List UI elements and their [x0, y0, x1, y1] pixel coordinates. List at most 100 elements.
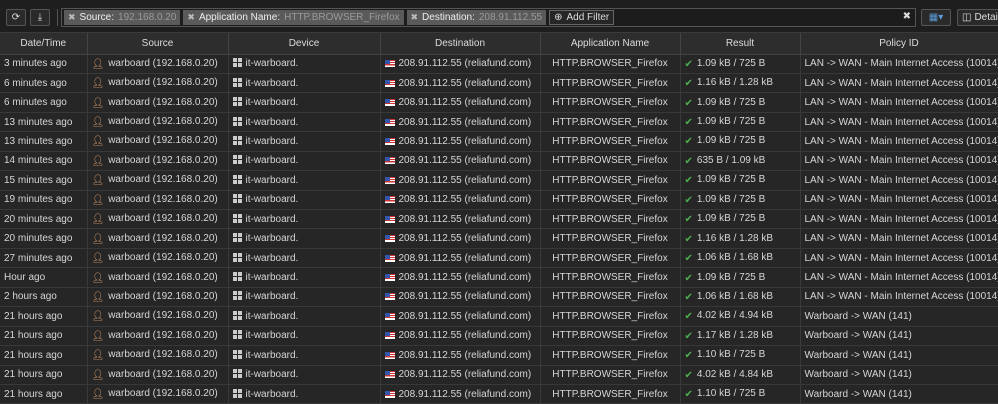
source-cell[interactable]: 👤︎ warboard (192.168.0.20)	[87, 287, 229, 308]
source-cell[interactable]: 👤︎ warboard (192.168.0.20)	[87, 170, 229, 191]
download-button[interactable]: ⤓	[30, 9, 50, 26]
destination-cell[interactable]: 208.91.112.55 (reliafund.com)	[380, 228, 541, 249]
table-row[interactable]: 21 hours ago 👤︎ warboard (192.168.0.20) i…	[0, 345, 998, 366]
application-cell[interactable]: HTTP.BROWSER_Firefox	[540, 345, 681, 366]
destination-cell[interactable]: 208.91.112.55 (reliafund.com)	[380, 54, 541, 74]
source-cell[interactable]: 👤︎ warboard (192.168.0.20)	[87, 326, 229, 347]
view-options-dropdown[interactable]: ▦▾	[921, 9, 951, 26]
destination-cell[interactable]: 208.91.112.55 (reliafund.com)	[380, 248, 541, 269]
application-cell[interactable]: HTTP.BROWSER_Firefox	[540, 209, 681, 230]
table-row[interactable]: 21 hours ago 👤︎ warboard (192.168.0.20) i…	[0, 306, 998, 327]
application-cell[interactable]: HTTP.BROWSER_Firefox	[540, 248, 681, 269]
application-cell[interactable]: HTTP.BROWSER_Firefox	[540, 92, 681, 113]
source-cell[interactable]: 👤︎ warboard (192.168.0.20)	[87, 151, 229, 172]
policy-cell[interactable]: LAN -> WAN - Main Internet Access (10014…	[800, 151, 998, 172]
table-row[interactable]: 21 hours ago 👤︎ warboard (192.168.0.20) i…	[0, 365, 998, 385]
destination-cell[interactable]: 208.91.112.55 (reliafund.com)	[380, 345, 541, 366]
destination-cell[interactable]: 208.91.112.55 (reliafund.com)	[380, 92, 541, 113]
source-cell[interactable]: 👤︎ warboard (192.168.0.20)	[87, 209, 229, 230]
destination-cell[interactable]: 208.91.112.55 (reliafund.com)	[380, 131, 541, 152]
table-row[interactable]: 13 minutes ago 👤︎ warboard (192.168.0.20)…	[0, 112, 998, 133]
table-row[interactable]: 15 minutes ago 👤︎ warboard (192.168.0.20)…	[0, 170, 998, 191]
policy-cell[interactable]: Warboard -> WAN (141)	[800, 306, 998, 327]
table-row[interactable]: 19 minutes ago 👤︎ warboard (192.168.0.20)…	[0, 190, 998, 211]
destination-cell[interactable]: 208.91.112.55 (reliafund.com)	[380, 112, 541, 133]
policy-cell[interactable]: LAN -> WAN - Main Internet Access (10014…	[800, 170, 998, 191]
table-row[interactable]: Hour ago 👤︎ warboard (192.168.0.20) it-wa…	[0, 267, 998, 288]
policy-cell[interactable]: LAN -> WAN - Main Internet Access (10014…	[800, 190, 998, 211]
application-cell[interactable]: HTTP.BROWSER_Firefox	[540, 384, 681, 404]
policy-cell[interactable]: LAN -> WAN - Main Internet Access (10014…	[800, 73, 998, 94]
device-cell[interactable]: it-warboard.	[228, 151, 381, 172]
source-cell[interactable]: 👤︎ warboard (192.168.0.20)	[87, 131, 229, 152]
device-cell[interactable]: it-warboard.	[228, 287, 381, 308]
source-cell[interactable]: 👤︎ warboard (192.168.0.20)	[87, 384, 229, 404]
table-row[interactable]: 13 minutes ago 👤︎ warboard (192.168.0.20)…	[0, 131, 998, 152]
column-header[interactable]: Source	[87, 33, 229, 55]
destination-cell[interactable]: 208.91.112.55 (reliafund.com)	[380, 384, 541, 404]
remove-filter-icon[interactable]: ✖	[411, 12, 419, 23]
application-cell[interactable]: HTTP.BROWSER_Firefox	[540, 190, 681, 211]
destination-cell[interactable]: 208.91.112.55 (reliafund.com)	[380, 190, 541, 211]
table-row[interactable]: 27 minutes ago 👤︎ warboard (192.168.0.20)…	[0, 248, 998, 269]
source-cell[interactable]: 👤︎ warboard (192.168.0.20)	[87, 306, 229, 327]
refresh-button[interactable]: ⟳	[6, 9, 26, 26]
policy-cell[interactable]: LAN -> WAN - Main Internet Access (10014…	[800, 209, 998, 230]
table-row[interactable]: 14 minutes ago 👤︎ warboard (192.168.0.20)…	[0, 151, 998, 172]
application-cell[interactable]: HTTP.BROWSER_Firefox	[540, 365, 681, 385]
remove-filter-icon[interactable]: ✖	[68, 12, 76, 23]
policy-cell[interactable]: Warboard -> WAN (141)	[800, 345, 998, 366]
application-cell[interactable]: HTTP.BROWSER_Firefox	[540, 287, 681, 308]
application-cell[interactable]: HTTP.BROWSER_Firefox	[540, 151, 681, 172]
device-cell[interactable]: it-warboard.	[228, 306, 381, 327]
destination-cell[interactable]: 208.91.112.55 (reliafund.com)	[380, 267, 541, 288]
application-cell[interactable]: HTTP.BROWSER_Firefox	[540, 306, 681, 327]
policy-cell[interactable]: LAN -> WAN - Main Internet Access (10014…	[800, 248, 998, 269]
table-row[interactable]: 6 minutes ago 👤︎ warboard (192.168.0.20) …	[0, 73, 998, 94]
application-cell[interactable]: HTTP.BROWSER_Firefox	[540, 267, 681, 288]
device-cell[interactable]: it-warboard.	[228, 345, 381, 366]
device-cell[interactable]: it-warboard.	[228, 248, 381, 269]
source-cell[interactable]: 👤︎ warboard (192.168.0.20)	[87, 267, 229, 288]
source-cell[interactable]: 👤︎ warboard (192.168.0.20)	[87, 248, 229, 269]
destination-cell[interactable]: 208.91.112.55 (reliafund.com)	[380, 209, 541, 230]
table-row[interactable]: 20 minutes ago 👤︎ warboard (192.168.0.20)…	[0, 209, 998, 230]
device-cell[interactable]: it-warboard.	[228, 190, 381, 211]
policy-cell[interactable]: LAN -> WAN - Main Internet Access (10014…	[800, 228, 998, 249]
application-cell[interactable]: HTTP.BROWSER_Firefox	[540, 112, 681, 133]
application-cell[interactable]: HTTP.BROWSER_Firefox	[540, 131, 681, 152]
filter-chip[interactable]: ✖ Source: 192.168.0.20	[64, 10, 181, 25]
column-header[interactable]: Destination	[380, 33, 541, 55]
application-cell[interactable]: HTTP.BROWSER_Firefox	[540, 326, 681, 347]
source-cell[interactable]: 👤︎ warboard (192.168.0.20)	[87, 190, 229, 211]
policy-cell[interactable]: LAN -> WAN - Main Internet Access (10014…	[800, 92, 998, 113]
table-row[interactable]: 6 minutes ago 👤︎ warboard (192.168.0.20) …	[0, 92, 998, 113]
application-cell[interactable]: HTTP.BROWSER_Firefox	[540, 170, 681, 191]
policy-cell[interactable]: LAN -> WAN - Main Internet Access (10014…	[800, 112, 998, 133]
source-cell[interactable]: 👤︎ warboard (192.168.0.20)	[87, 54, 229, 74]
destination-cell[interactable]: 208.91.112.55 (reliafund.com)	[380, 306, 541, 327]
column-header[interactable]: Application Name	[540, 33, 681, 55]
table-row[interactable]: 21 hours ago 👤︎ warboard (192.168.0.20) i…	[0, 384, 998, 404]
source-cell[interactable]: 👤︎ warboard (192.168.0.20)	[87, 345, 229, 366]
column-header[interactable]: Device	[228, 33, 381, 55]
device-cell[interactable]: it-warboard.	[228, 170, 381, 191]
device-cell[interactable]: it-warboard.	[228, 228, 381, 249]
destination-cell[interactable]: 208.91.112.55 (reliafund.com)	[380, 170, 541, 191]
policy-cell[interactable]: LAN -> WAN - Main Internet Access (10014…	[800, 287, 998, 308]
source-cell[interactable]: 👤︎ warboard (192.168.0.20)	[87, 228, 229, 249]
destination-cell[interactable]: 208.91.112.55 (reliafund.com)	[380, 326, 541, 347]
policy-cell[interactable]: LAN -> WAN - Main Internet Access (10014…	[800, 54, 998, 74]
device-cell[interactable]: it-warboard.	[228, 54, 381, 74]
destination-cell[interactable]: 208.91.112.55 (reliafund.com)	[380, 73, 541, 94]
policy-cell[interactable]: LAN -> WAN - Main Internet Access (10014…	[800, 267, 998, 288]
column-header[interactable]: Result	[680, 33, 801, 55]
source-cell[interactable]: 👤︎ warboard (192.168.0.20)	[87, 365, 229, 385]
source-cell[interactable]: 👤︎ warboard (192.168.0.20)	[87, 112, 229, 133]
column-header[interactable]: Policy ID	[800, 33, 998, 55]
device-cell[interactable]: it-warboard.	[228, 365, 381, 385]
device-cell[interactable]: it-warboard.	[228, 267, 381, 288]
remove-filter-icon[interactable]: ✖	[187, 12, 195, 23]
policy-cell[interactable]: Warboard -> WAN (141)	[800, 384, 998, 404]
table-row[interactable]: 2 hours ago 👤︎ warboard (192.168.0.20) it…	[0, 287, 998, 308]
